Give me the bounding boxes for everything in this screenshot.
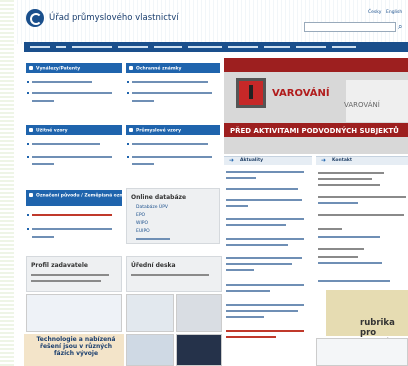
news-header bbox=[224, 156, 312, 165]
banner-caption: PŘED AKTIVITAMI PODVODNÝCH SUBJEKTŮ bbox=[230, 127, 399, 135]
nav-item[interactable] bbox=[118, 46, 148, 48]
news-link[interactable] bbox=[226, 284, 304, 286]
ad-conference[interactable] bbox=[176, 294, 222, 332]
ad-innovation[interactable] bbox=[26, 294, 122, 332]
database-link[interactable] bbox=[136, 238, 170, 240]
card-link[interactable] bbox=[132, 100, 154, 102]
nav-item[interactable] bbox=[228, 46, 258, 48]
card-designs-header[interactable]: Průmyslové vzory bbox=[126, 125, 220, 135]
warning-subtitle: VAROVÁNÍ bbox=[344, 101, 380, 109]
databases-title: Online databáze bbox=[131, 194, 187, 201]
nav-item[interactable] bbox=[296, 46, 326, 48]
ad-fair[interactable] bbox=[176, 334, 222, 366]
card-link[interactable] bbox=[32, 92, 112, 94]
news-link[interactable] bbox=[226, 257, 302, 259]
database-link[interactable]: WIPO bbox=[136, 221, 148, 226]
contact-email-link[interactable] bbox=[318, 236, 380, 238]
nav-item[interactable] bbox=[30, 46, 50, 48]
site-title[interactable]: Úřad průmyslového vlastnictví bbox=[49, 13, 179, 23]
nav-item[interactable] bbox=[332, 46, 356, 48]
card-link[interactable] bbox=[32, 214, 112, 216]
card-appellations-header[interactable]: Označení původu / Zeměpisná označení bbox=[26, 190, 136, 206]
nav-item[interactable] bbox=[72, 46, 112, 48]
profile-title[interactable]: Profil zadavatele bbox=[31, 262, 88, 269]
contact-email-link[interactable] bbox=[318, 262, 382, 264]
lang-en-link[interactable]: English bbox=[386, 10, 402, 15]
main-navbar bbox=[24, 42, 408, 52]
card-link[interactable] bbox=[32, 236, 54, 238]
contact-title[interactable]: Kontakt bbox=[332, 158, 352, 163]
news-link[interactable] bbox=[226, 269, 254, 271]
news-link[interactable] bbox=[226, 263, 292, 265]
news-link[interactable] bbox=[226, 330, 304, 332]
database-link[interactable]: Databáze ÚPV bbox=[136, 205, 168, 210]
database-link[interactable]: EPO bbox=[136, 213, 145, 218]
ad-research[interactable] bbox=[126, 334, 174, 366]
card-link[interactable] bbox=[32, 228, 112, 230]
card-link[interactable] bbox=[132, 156, 212, 158]
card-link[interactable] bbox=[132, 143, 208, 145]
card-trademarks-header[interactable]: Ochranné známky bbox=[126, 63, 220, 73]
contact-email-link[interactable] bbox=[318, 202, 358, 204]
trademark-icon bbox=[129, 65, 133, 70]
bulb-icon bbox=[29, 65, 33, 70]
news-title[interactable]: Aktuality bbox=[240, 158, 263, 163]
news-link[interactable] bbox=[226, 290, 270, 292]
warning-title: VAROVÁNÍ bbox=[272, 88, 330, 99]
card-patents-header[interactable]: Vynálezy/Patenty bbox=[26, 63, 122, 73]
news-link[interactable] bbox=[226, 177, 256, 179]
grid-icon bbox=[129, 127, 133, 132]
gear-icon bbox=[29, 127, 33, 132]
news-link[interactable] bbox=[226, 304, 304, 306]
news-link[interactable] bbox=[226, 218, 304, 220]
nav-item[interactable] bbox=[56, 46, 66, 48]
news-link[interactable] bbox=[226, 336, 276, 338]
news-link[interactable] bbox=[226, 199, 302, 201]
news-link[interactable] bbox=[226, 224, 286, 226]
news-link[interactable] bbox=[226, 310, 298, 312]
card-link[interactable] bbox=[132, 92, 212, 94]
contact-link[interactable] bbox=[318, 280, 390, 282]
news-link[interactable] bbox=[226, 238, 304, 240]
card-link[interactable] bbox=[32, 156, 112, 158]
card-link[interactable] bbox=[32, 81, 92, 83]
warning-icon bbox=[236, 78, 266, 108]
ribbon-icon bbox=[29, 192, 33, 197]
news-link[interactable] bbox=[226, 244, 288, 246]
contact-header bbox=[316, 156, 408, 165]
ad-quality[interactable] bbox=[316, 338, 408, 366]
news-link[interactable] bbox=[226, 188, 298, 190]
database-link[interactable]: EUIPO bbox=[136, 229, 150, 234]
decorative-stripe bbox=[0, 0, 14, 366]
card-link[interactable] bbox=[132, 163, 154, 165]
card-link[interactable] bbox=[132, 81, 208, 83]
board-title[interactable]: Úřední deska bbox=[131, 262, 176, 269]
search-icon[interactable]: ⌕ bbox=[398, 22, 402, 32]
card-link[interactable] bbox=[32, 163, 54, 165]
news-link[interactable] bbox=[226, 171, 304, 173]
card-utility-header[interactable]: Užitné vzory bbox=[26, 125, 122, 135]
lang-cz-link[interactable]: Česky bbox=[368, 10, 381, 15]
card-link[interactable] bbox=[32, 100, 54, 102]
nav-item[interactable] bbox=[188, 46, 222, 48]
search-input[interactable] bbox=[304, 22, 396, 32]
arrow-right-icon: ➜ bbox=[229, 157, 235, 164]
nav-item[interactable] bbox=[264, 46, 290, 48]
card-link[interactable] bbox=[32, 143, 100, 145]
logo-icon[interactable] bbox=[26, 9, 44, 27]
ad-isgs[interactable] bbox=[126, 294, 174, 332]
news-link[interactable] bbox=[226, 205, 248, 207]
arrow-right-icon: ➜ bbox=[321, 157, 327, 164]
news-link[interactable] bbox=[226, 316, 264, 318]
nav-item[interactable] bbox=[154, 46, 182, 48]
